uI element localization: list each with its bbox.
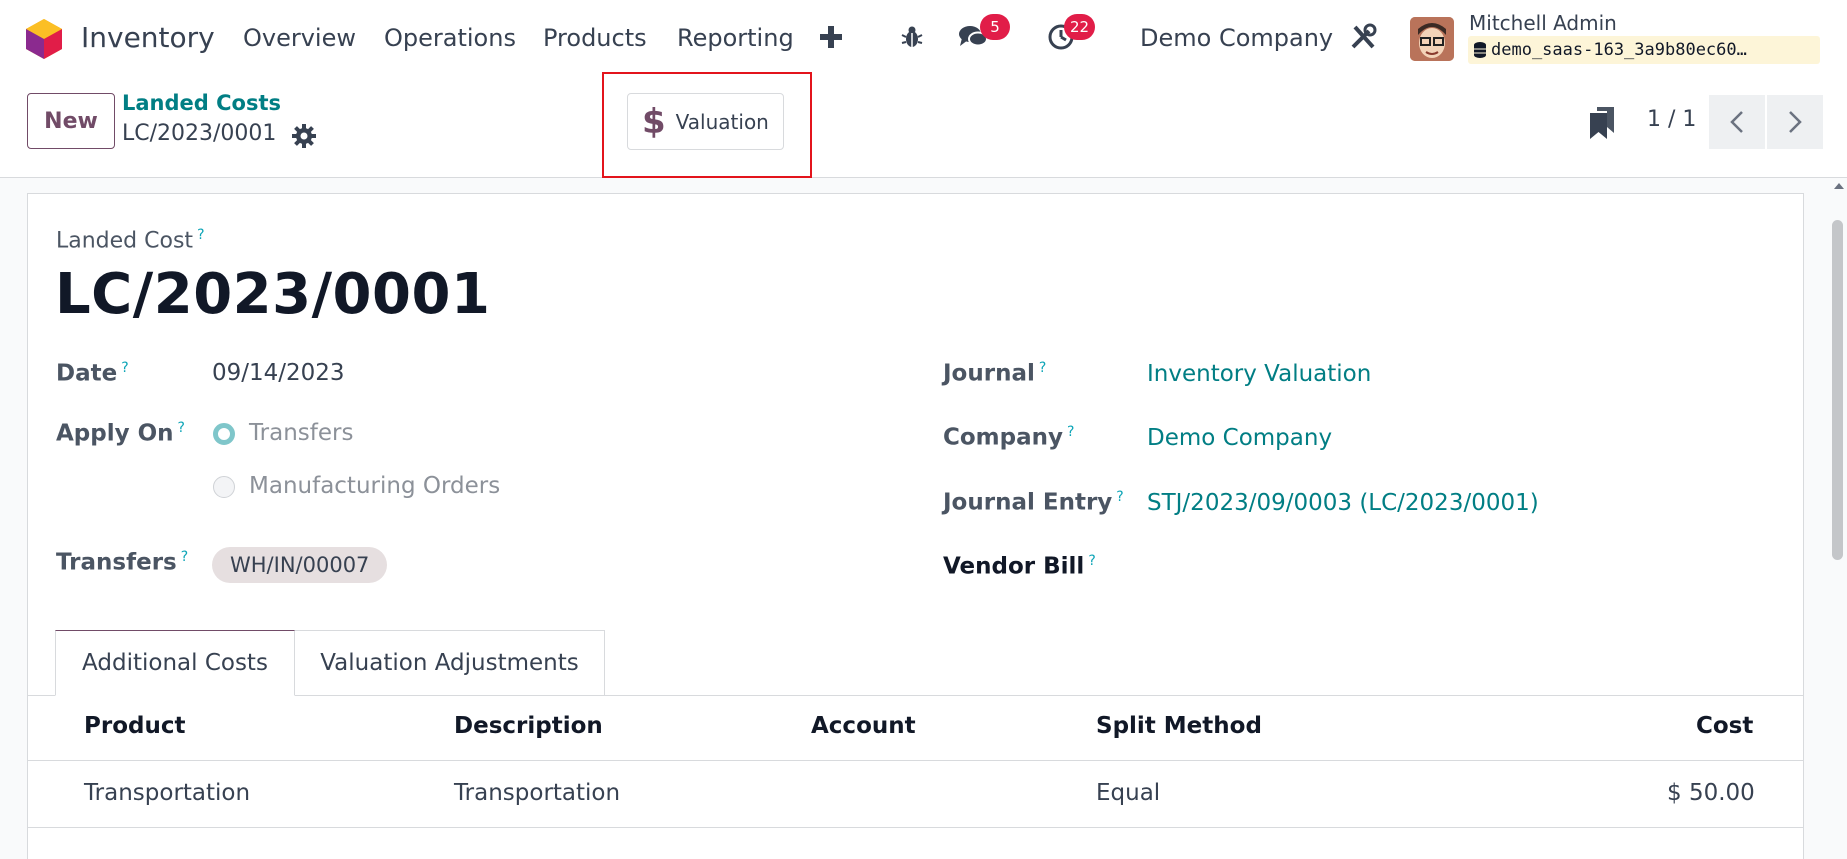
bookmark-icon[interactable] — [1590, 107, 1614, 139]
breadcrumb-current-record: LC/2023/0001 — [122, 121, 277, 146]
top-navbar: Inventory Overview Operations Products R… — [0, 0, 1847, 77]
database-icon — [1474, 42, 1486, 58]
column-header-split-method[interactable]: Split Method — [1096, 713, 1262, 739]
valuation-button[interactable]: $ Valuation — [627, 93, 784, 150]
tools-icon[interactable] — [1348, 22, 1378, 52]
cell-product[interactable]: Transportation — [84, 780, 250, 806]
menu-reporting[interactable]: Reporting — [677, 24, 794, 52]
journal-label: Journal? — [943, 360, 1047, 387]
help-icon[interactable]: ? — [197, 227, 204, 243]
help-icon[interactable]: ? — [1088, 553, 1095, 569]
app-name[interactable]: Inventory — [81, 21, 215, 54]
control-panel: New Landed Costs LC/2023/0001 1 / 1 — [0, 77, 1847, 178]
new-button[interactable]: New — [27, 93, 115, 149]
column-header-description[interactable]: Description — [454, 713, 603, 739]
journal-entry-field[interactable]: STJ/2023/09/0003 (LC/2023/0001) — [1147, 490, 1539, 516]
database-name: demo_saas-163_3a9b80ec60… — [1491, 40, 1747, 60]
column-header-account[interactable]: Account — [811, 713, 916, 739]
help-icon[interactable]: ? — [1116, 489, 1123, 505]
activities-badge: 22 — [1064, 14, 1096, 40]
company-field[interactable]: Demo Company — [1147, 425, 1332, 451]
transfers-label: Transfers? — [56, 549, 189, 576]
column-header-product[interactable]: Product — [84, 713, 185, 739]
radio-transfers[interactable] — [213, 423, 235, 445]
pager-value[interactable]: 1 / 1 — [1647, 107, 1696, 132]
valuation-label: Valuation — [675, 109, 769, 134]
plus-icon[interactable] — [816, 22, 846, 52]
help-icon[interactable]: ? — [181, 549, 188, 565]
help-icon[interactable]: ? — [178, 420, 185, 436]
menu-operations[interactable]: Operations — [384, 24, 516, 52]
user-avatar[interactable] — [1410, 17, 1454, 61]
chevron-left-icon — [1730, 111, 1743, 133]
pager-previous-button[interactable] — [1709, 95, 1765, 149]
record-title[interactable]: LC/2023/0001 — [55, 262, 490, 327]
dollar-icon: $ — [642, 101, 666, 142]
column-header-cost[interactable]: Cost — [1696, 713, 1753, 739]
transfer-tag[interactable]: WH/IN/00007 — [212, 547, 388, 583]
tab-valuation-adjustments[interactable]: Valuation Adjustments — [295, 630, 605, 696]
tab-additional-costs[interactable]: Additional Costs — [55, 630, 295, 696]
bug-icon[interactable] — [897, 22, 927, 52]
chevron-right-icon — [1789, 111, 1802, 133]
menu-overview[interactable]: Overview — [243, 24, 356, 52]
inventory-app-icon[interactable] — [26, 19, 62, 59]
title-label: Landed Cost? — [56, 227, 205, 254]
vendor-bill-label: Vendor Bill? — [943, 553, 1096, 580]
messages-badge: 5 — [980, 14, 1010, 40]
radio-transfers-label[interactable]: Transfers — [249, 420, 353, 446]
date-label: Date? — [56, 360, 129, 387]
journal-field[interactable]: Inventory Valuation — [1147, 361, 1371, 387]
cell-split-method[interactable]: Equal — [1096, 780, 1160, 806]
apply-on-label: Apply On? — [56, 420, 185, 447]
cell-description[interactable]: Transportation — [454, 780, 620, 806]
menu-products[interactable]: Products — [543, 24, 647, 52]
table-header-divider — [28, 760, 1803, 761]
breadcrumb-landed-costs[interactable]: Landed Costs — [122, 91, 281, 115]
journal-entry-label: Journal Entry? — [943, 489, 1124, 516]
company-switcher[interactable]: Demo Company — [1140, 24, 1333, 52]
scroll-up-arrow-icon[interactable] — [1834, 183, 1844, 189]
table-row-divider — [28, 827, 1803, 828]
radio-manufacturing-orders[interactable] — [213, 476, 235, 498]
pager-next-button[interactable] — [1767, 95, 1823, 149]
gear-icon[interactable] — [292, 124, 316, 148]
help-icon[interactable]: ? — [1067, 424, 1074, 440]
company-label: Company? — [943, 424, 1075, 451]
scrollbar-thumb[interactable] — [1832, 220, 1843, 560]
database-chip: demo_saas-163_3a9b80ec60… — [1468, 36, 1820, 64]
radio-manufacturing-orders-label[interactable]: Manufacturing Orders — [249, 473, 500, 499]
cell-cost[interactable]: $ 50.00 — [1667, 780, 1755, 806]
user-name[interactable]: Mitchell Admin — [1469, 11, 1617, 35]
help-icon[interactable]: ? — [1039, 360, 1046, 376]
date-field[interactable]: 09/14/2023 — [212, 360, 345, 386]
help-icon[interactable]: ? — [121, 360, 128, 376]
